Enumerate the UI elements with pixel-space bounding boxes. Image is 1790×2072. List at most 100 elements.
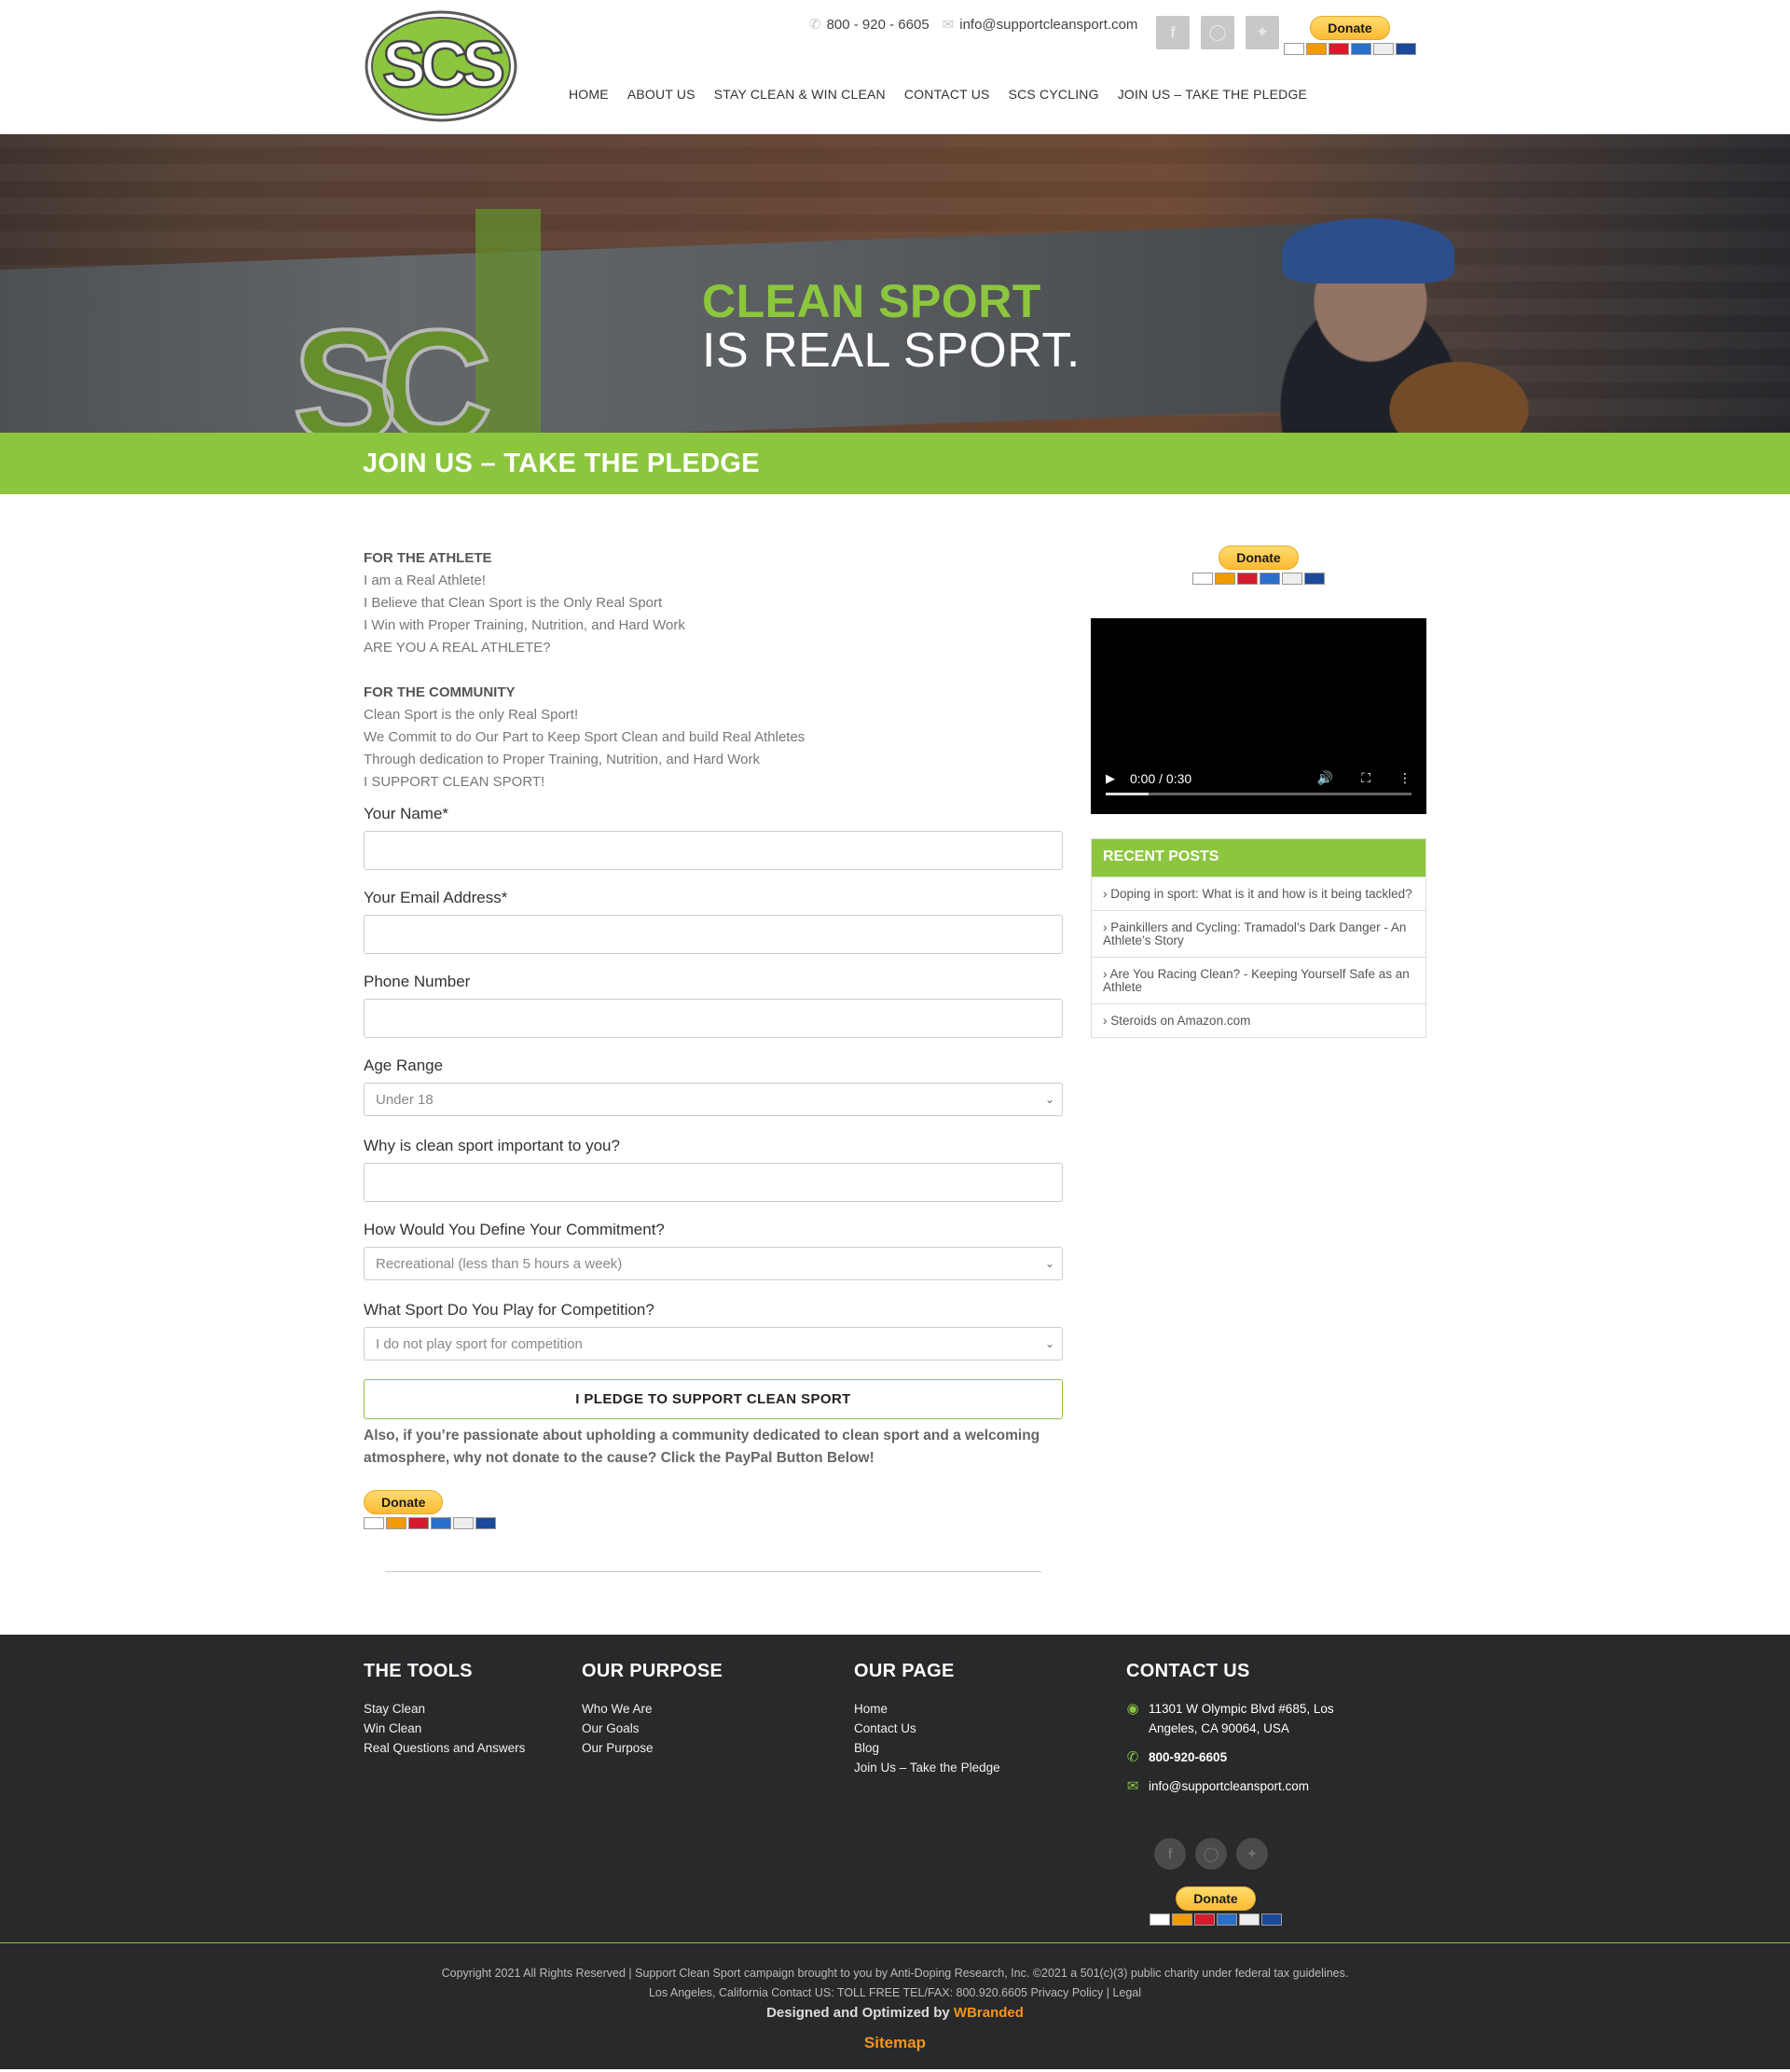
age-label: Age Range — [364, 1057, 444, 1074]
instagram-icon[interactable]: ◯ — [1201, 16, 1234, 49]
age-range-select[interactable]: Under 18 ⌄ — [364, 1083, 1063, 1116]
payment-cards — [1150, 1913, 1282, 1926]
footer-link[interactable]: Stay Clean — [364, 1699, 525, 1719]
footer-link[interactable]: Real Questions and Answers — [364, 1738, 525, 1758]
sidebar: Donate ▶ 0:00 / 0:30 🔊 ⛶ ⋮ RECENT POSTS … — [1091, 546, 1426, 1038]
designer-prefix: Designed and Optimized by — [766, 2005, 954, 2021]
recent-post-link[interactable]: › Are You Racing Clean? - Keeping Yourse… — [1092, 957, 1425, 1003]
instagram-icon[interactable]: ◯ — [1195, 1838, 1227, 1870]
footer-link[interactable]: Who We Are — [582, 1699, 723, 1719]
email-field[interactable] — [364, 915, 1063, 954]
copyright-contact: Los Angeles, California Contact US: TOLL… — [648, 1986, 1142, 1999]
community-pledge: FOR THE COMMUNITY Clean Sport is the onl… — [364, 682, 1063, 794]
page-title: JOIN US – TAKE THE PLEDGE — [363, 449, 760, 478]
email-label: Your Email Address* — [364, 889, 508, 906]
video-time: 0:00 / 0:30 — [1130, 770, 1192, 786]
hero-banner: SC CLEAN SPORT IS REAL SPORT. — [0, 134, 1790, 433]
site-logo[interactable]: SCS — [364, 9, 518, 123]
phone-field[interactable] — [364, 999, 1063, 1038]
designer-credit: Designed and Optimized by WBranded — [0, 2005, 1790, 2021]
name-field[interactable] — [364, 831, 1063, 870]
chevron-down-icon: ⌄ — [1044, 1257, 1054, 1270]
pledge-content: FOR THE ATHLETE I am a Real Athlete! I B… — [364, 547, 1063, 1572]
sidebar-donate: Donate — [1190, 546, 1328, 585]
facebook-icon[interactable]: f — [1154, 1838, 1186, 1870]
footer-email[interactable]: info@supportcleansport.com — [1149, 1776, 1309, 1796]
footer-link[interactable]: Blog — [854, 1738, 1000, 1758]
header-email[interactable]: info@supportcleansport.com — [959, 17, 1137, 33]
pledge-submit-button[interactable]: I PLEDGE TO SUPPORT CLEAN SPORT — [364, 1379, 1063, 1419]
footer-heading: CONTACT US — [1126, 1661, 1250, 1681]
footer-phone[interactable]: 800-920-6605 — [1149, 1747, 1227, 1767]
recent-post-link[interactable]: › Painkillers and Cycling: Tramadol’s Da… — [1092, 910, 1425, 957]
twitter-icon[interactable]: ✦ — [1236, 1838, 1268, 1870]
chevron-down-icon: ⌄ — [1044, 1337, 1054, 1350]
nav-about-us[interactable]: ABOUT US — [627, 87, 695, 102]
footer-heading: OUR PAGE — [854, 1661, 955, 1681]
volume-icon[interactable]: 🔊 — [1317, 770, 1333, 786]
footer-social-links: f ◯ ✦ — [1154, 1838, 1268, 1870]
footer-address: ◉ 11301 W Olympic Blvd #685, Los Angeles… — [1126, 1699, 1369, 1738]
sport-label: What Sport Do You Play for Competition? — [364, 1301, 654, 1319]
footer-link[interactable]: Contact Us — [854, 1719, 1000, 1738]
community-heading: FOR THE COMMUNITY — [364, 684, 516, 700]
footer-link[interactable]: Our Purpose — [582, 1738, 723, 1758]
video-player[interactable]: ▶ 0:00 / 0:30 🔊 ⛶ ⋮ — [1091, 618, 1426, 814]
nav-join-us[interactable]: JOIN US – TAKE THE PLEDGE — [1118, 87, 1307, 102]
donate-button[interactable]: Donate — [1219, 546, 1299, 570]
commitment-select[interactable]: Recreational (less than 5 hours a week) … — [364, 1247, 1063, 1280]
phone-icon: ✆ — [809, 17, 821, 33]
designer-link[interactable]: WBranded — [954, 2005, 1024, 2021]
main-content: FOR THE ATHLETE I am a Real Athlete! I B… — [0, 494, 1790, 1635]
why-field[interactable] — [364, 1163, 1063, 1202]
copyright-bar: Copyright 2021 All Rights Reserved | Sup… — [0, 1942, 1790, 2069]
donate-button[interactable]: Donate — [1176, 1886, 1256, 1911]
hero-subheadline: IS REAL SPORT. — [702, 324, 1081, 378]
address-line: 11301 W Olympic Blvd #685, Los — [1149, 1702, 1334, 1716]
nav-scs-cycling[interactable]: SCS CYCLING — [1009, 87, 1099, 102]
chevron-down-icon: ⌄ — [1044, 1093, 1054, 1106]
content-donate: Donate — [364, 1490, 502, 1529]
pledge-form: Your Name* Your Email Address* Phone Num… — [364, 805, 1063, 1419]
site-header: SCS ✆ 800 - 920 - 6605 ✉ info@supportcle… — [0, 0, 1790, 134]
footer-heading: OUR PURPOSE — [582, 1661, 723, 1681]
donate-button[interactable]: Donate — [364, 1490, 444, 1514]
sport-select[interactable]: I do not play sport for competition ⌄ — [364, 1327, 1063, 1361]
header-social-links: f ◯ ✦ — [1156, 16, 1279, 49]
nav-stay-clean[interactable]: STAY CLEAN & WIN CLEAN — [714, 87, 886, 102]
payment-cards — [364, 1517, 496, 1529]
community-line: Through dedication to Proper Training, N… — [364, 752, 760, 767]
video-progress-bar[interactable] — [1106, 793, 1411, 795]
footer-link[interactable]: Join Us – Take the Pledge — [854, 1758, 1000, 1777]
footer-link[interactable]: Win Clean — [364, 1719, 525, 1738]
play-icon[interactable]: ▶ — [1106, 771, 1115, 786]
address-line: Angeles, CA 90064, USA — [1149, 1721, 1289, 1735]
footer-email-row: ✉ info@supportcleansport.com — [1126, 1776, 1369, 1796]
fullscreen-icon[interactable]: ⛶ — [1361, 770, 1370, 786]
more-options-icon[interactable]: ⋮ — [1398, 770, 1411, 786]
twitter-icon[interactable]: ✦ — [1246, 16, 1279, 49]
footer-page: OUR PAGE Home Contact Us Blog Join Us – … — [854, 1661, 1000, 1777]
community-line: I SUPPORT CLEAN SPORT! — [364, 774, 545, 790]
footer-link[interactable]: Our Goals — [582, 1719, 723, 1738]
athlete-line: I Believe that Clean Sport is the Only R… — [364, 595, 663, 611]
footer-link[interactable]: Home — [854, 1699, 1000, 1719]
recent-post-link[interactable]: › Steroids on Amazon.com — [1092, 1003, 1425, 1037]
header-phone[interactable]: 800 - 920 - 6605 — [827, 17, 929, 33]
nav-contact-us[interactable]: CONTACT US — [904, 87, 990, 102]
main-nav: HOME ABOUT US STAY CLEAN & WIN CLEAN CON… — [569, 87, 1307, 102]
athlete-line: I am a Real Athlete! — [364, 573, 486, 588]
footer-tools: THE TOOLS Stay Clean Win Clean Real Ques… — [364, 1661, 525, 1758]
facebook-icon[interactable]: f — [1156, 16, 1190, 49]
hero-headline: CLEAN SPORT — [702, 275, 1041, 327]
nav-home[interactable]: HOME — [569, 87, 609, 102]
map-pin-icon: ◉ — [1126, 1701, 1139, 1717]
donate-button[interactable]: Donate — [1310, 16, 1390, 40]
footer-purpose: OUR PURPOSE Who We Are Our Goals Our Pur… — [582, 1661, 723, 1758]
footer-contact: CONTACT US ◉ 11301 W Olympic Blvd #685, … — [1126, 1661, 1369, 1805]
athlete-pledge: FOR THE ATHLETE I am a Real Athlete! I B… — [364, 547, 1063, 659]
mail-icon: ✉ — [942, 17, 955, 33]
sitemap-link[interactable]: Sitemap — [0, 2034, 1790, 2052]
recent-post-link[interactable]: › Doping in sport: What is it and how is… — [1092, 877, 1425, 910]
top-contact-bar: ✆ 800 - 920 - 6605 ✉ info@supportcleansp… — [809, 16, 1137, 34]
